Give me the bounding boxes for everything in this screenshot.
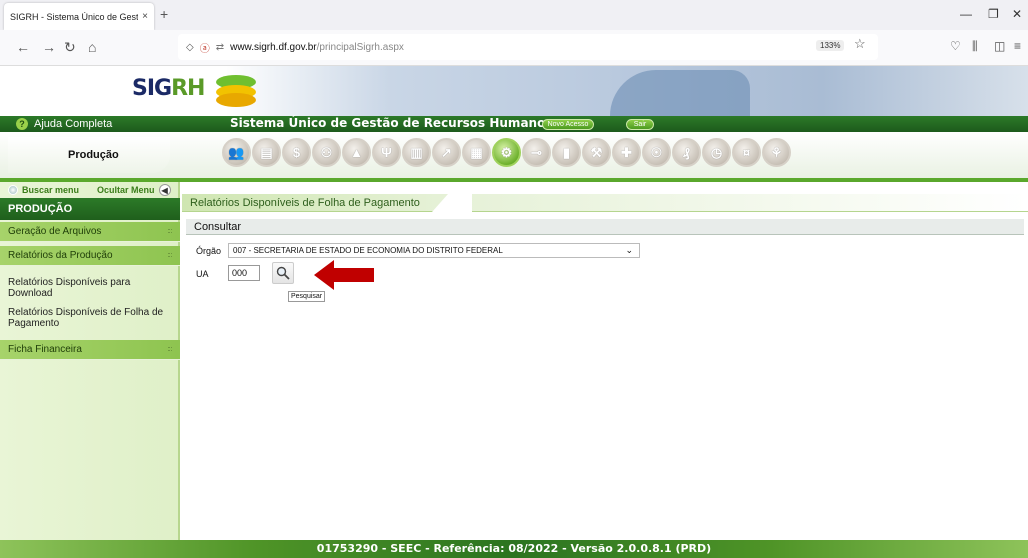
finance-icon[interactable]: ₰ bbox=[672, 138, 701, 167]
family-icon[interactable]: ⚇ bbox=[312, 138, 341, 167]
help-label: Ajuda Completa bbox=[34, 118, 113, 130]
award-icon[interactable]: ☉ bbox=[642, 138, 671, 167]
sidebar-subitem-download[interactable]: Relatórios Disponíveis para Download bbox=[0, 277, 180, 299]
zoom-level[interactable]: 133% bbox=[816, 40, 845, 51]
logo-cylinder-icon bbox=[212, 73, 258, 107]
permissions-icon: ⇄ bbox=[215, 41, 225, 53]
graduation-icon[interactable]: ▲ bbox=[342, 138, 371, 167]
reload-icon[interactable]: ↻ bbox=[64, 39, 76, 56]
sidebar-subitem-folha-pagamento[interactable]: Relatórios Disponíveis de Folha de Pagam… bbox=[0, 307, 180, 329]
gear-icon[interactable]: ⚙ bbox=[492, 138, 521, 167]
module-icon-bar: Produção 👥 ▤ $ ⚇ ▲ Ψ ▥ ↗ ▦ ⚙ ⊸ ▮ ⚒ ✚ ☉ ₰ ◷ ¤ ⚘ bbox=[0, 132, 1028, 178]
sidebar: Buscar menu Ocultar Menu ◀ PRODUÇÃO Gera… bbox=[0, 182, 180, 540]
minimize-icon[interactable]: — bbox=[960, 7, 972, 21]
money-icon[interactable]: ¤ bbox=[732, 138, 761, 167]
close-tab-icon[interactable]: × bbox=[142, 11, 148, 22]
ua-input[interactable]: 000 bbox=[228, 265, 260, 281]
sidebar-item-ficha-financeira[interactable]: Ficha Financeira bbox=[0, 340, 180, 360]
book-icon[interactable]: ▮ bbox=[552, 138, 581, 167]
orgao-label: Órgão bbox=[196, 246, 222, 256]
url-path: /principalSigrh.aspx bbox=[316, 41, 404, 53]
sidebar-item-geracao-arquivos[interactable]: Geração de Arquivos bbox=[0, 222, 180, 242]
url-domain: www.sigrh.df.gov.br bbox=[230, 41, 317, 53]
lock-icon: ⓐ bbox=[199, 43, 210, 55]
new-access-button[interactable]: Novo Acesso bbox=[542, 119, 594, 130]
hide-menu-link[interactable]: Ocultar Menu bbox=[97, 185, 155, 195]
page: SIGRH - Sistema Único de Gestão de × + —… bbox=[0, 0, 1028, 558]
breadcrumb: Relatórios Disponíveis de Folha de Pagam… bbox=[182, 194, 1028, 212]
sidebar-item-relatorios-producao[interactable]: Relatórios da Produção bbox=[0, 246, 180, 266]
browser-nav-bar: ← → ↻ ⌂ ◇ ⓐ ⇄ www.sigrh.df.gov.br/princi… bbox=[0, 30, 1028, 66]
clipboard-icon[interactable]: ▥ bbox=[402, 138, 431, 167]
footer: 01753290 - SEEC - Referência: 08/2022 - … bbox=[0, 540, 1028, 558]
browser-tab[interactable]: SIGRH - Sistema Único de Gestão de × bbox=[4, 3, 154, 30]
dollar-icon[interactable]: $ bbox=[282, 138, 311, 167]
module-tab[interactable]: Produção bbox=[8, 137, 170, 173]
forward-icon[interactable]: → bbox=[42, 39, 56, 55]
medical-icon[interactable]: ✚ bbox=[612, 138, 641, 167]
system-title: Sistema Único de Gestão de Recursos Huma… bbox=[230, 116, 553, 130]
chart-icon[interactable]: ↗ bbox=[432, 138, 461, 167]
browser-tab-bar: SIGRH - Sistema Único de Gestão de × + —… bbox=[0, 0, 1028, 30]
home-icon[interactable]: ⌂ bbox=[88, 39, 96, 55]
calendar-icon[interactable]: ▦ bbox=[462, 138, 491, 167]
close-window-icon[interactable]: ✕ bbox=[1012, 7, 1022, 21]
sidebar-title: PRODUÇÃO bbox=[0, 198, 180, 220]
module-icons: 👥 ▤ $ ⚇ ▲ Ψ ▥ ↗ ▦ ⚙ ⊸ ▮ ⚒ ✚ ☉ ₰ ◷ ¤ ⚘ bbox=[222, 138, 791, 167]
food-icon[interactable]: Ψ bbox=[372, 138, 401, 167]
help-icon: ? bbox=[16, 118, 28, 130]
orgao-select[interactable]: 007 - SECRETARIA DE ESTADO DE ECONOMIA D… bbox=[228, 243, 640, 258]
document-icon[interactable]: ▤ bbox=[252, 138, 281, 167]
collapse-icon[interactable]: ◀ bbox=[158, 184, 171, 196]
shield-icon: ◇ bbox=[186, 41, 194, 53]
clock-icon[interactable]: ◷ bbox=[702, 138, 731, 167]
people-icon[interactable]: 👥 bbox=[222, 138, 251, 167]
search-menu-link[interactable]: Buscar menu bbox=[22, 185, 79, 195]
sigrh-logo: SIGRH bbox=[132, 76, 205, 101]
tab-title: SIGRH - Sistema Único de Gestão de bbox=[10, 11, 139, 22]
exit-button[interactable]: Sair bbox=[626, 119, 654, 130]
pocket-icon[interactable]: ♡ bbox=[950, 39, 961, 53]
back-icon[interactable]: ← bbox=[16, 39, 30, 55]
bookmark-star-icon[interactable]: ☆ bbox=[854, 36, 866, 52]
help-link[interactable]: ? Ajuda Completa bbox=[16, 118, 112, 130]
new-tab-button[interactable]: + bbox=[160, 6, 168, 22]
key-icon[interactable]: ⊸ bbox=[522, 138, 551, 167]
page-title: Relatórios Disponíveis de Folha de Pagam… bbox=[190, 197, 420, 209]
search-button[interactable] bbox=[272, 262, 294, 284]
chevron-down-icon: ⌄ bbox=[625, 245, 633, 255]
menu-icon[interactable]: ≡ bbox=[1014, 39, 1021, 53]
url-bar[interactable]: ◇ ⓐ ⇄ www.sigrh.df.gov.br/principalSigrh… bbox=[178, 34, 878, 60]
sidebar-icon[interactable]: ◫ bbox=[994, 39, 1005, 53]
maximize-icon[interactable]: ❐ bbox=[988, 7, 999, 21]
section-header: Consultar bbox=[186, 219, 1024, 235]
search-icon bbox=[276, 266, 290, 280]
search-menu-icon[interactable] bbox=[8, 185, 18, 195]
sidebar-controls: Buscar menu Ocultar Menu ◀ bbox=[0, 182, 180, 198]
footer-text: 01753290 - SEEC - Referência: 08/2022 - … bbox=[316, 542, 712, 555]
site-banner: SIGRH bbox=[0, 66, 1028, 116]
main-content: Relatórios Disponíveis de Folha de Pagam… bbox=[182, 182, 1028, 540]
tools-icon[interactable]: ⚒ bbox=[582, 138, 611, 167]
system-header: ? Ajuda Completa Sistema Único de Gestão… bbox=[0, 116, 1028, 132]
orgao-value: 007 - SECRETARIA DE ESTADO DE ECONOMIA D… bbox=[233, 246, 503, 255]
ua-label: UA bbox=[196, 269, 209, 279]
search-tooltip: Pesquisar bbox=[288, 291, 326, 302]
banner-photo bbox=[610, 70, 750, 116]
library-icon[interactable]: ⫼ bbox=[972, 39, 978, 54]
red-arrow-annotation bbox=[314, 260, 374, 290]
handshake-icon[interactable]: ⚘ bbox=[762, 138, 791, 167]
